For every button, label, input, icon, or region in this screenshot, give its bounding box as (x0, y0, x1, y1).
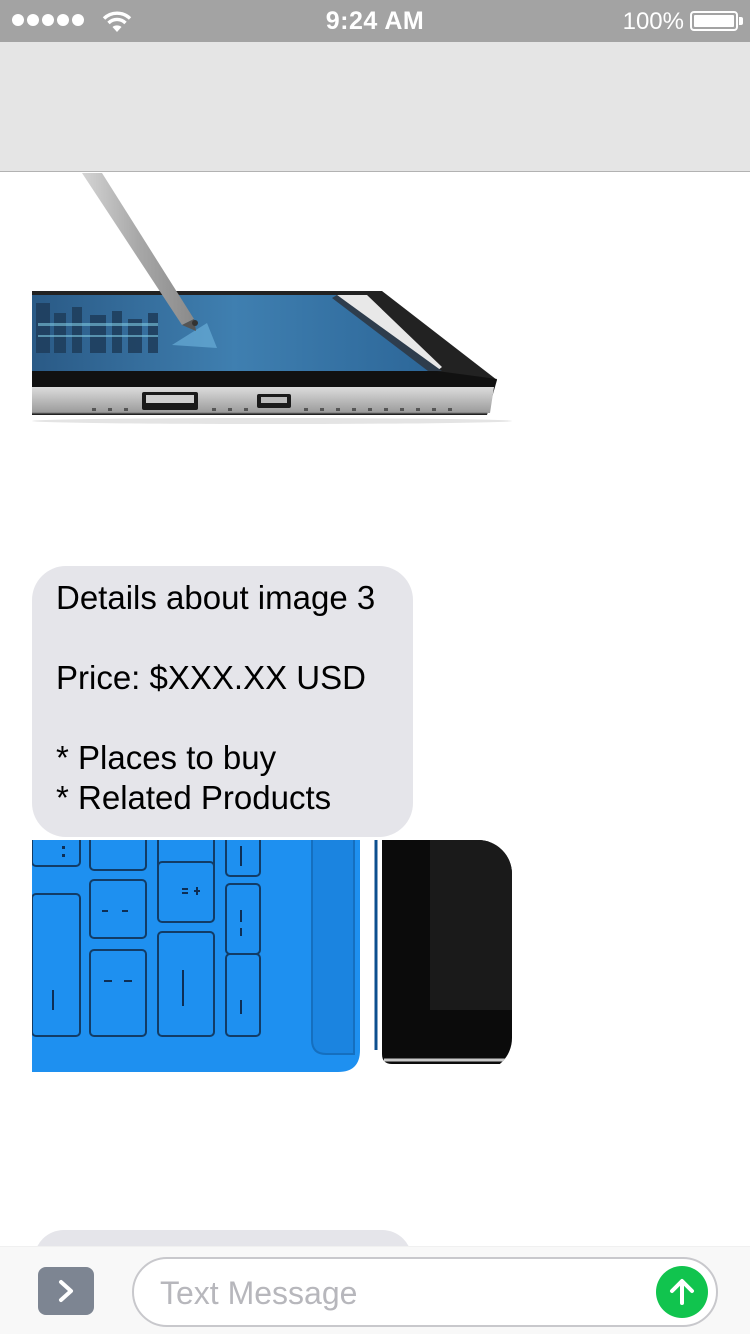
chevron-right-icon (59, 1280, 73, 1302)
message-thread[interactable]: Details about image 3 Price: $XXX.XX USD… (0, 173, 750, 1246)
arrow-up-icon (670, 1279, 694, 1305)
blue-keyboard-cover-image[interactable] (32, 840, 512, 1072)
send-button[interactable] (656, 1266, 708, 1318)
message-related-products: * Related Products (56, 779, 332, 816)
message-bubble-partial[interactable] (34, 1230, 412, 1246)
message-title: Details about image 3 (56, 579, 376, 616)
message-input-field[interactable] (132, 1257, 718, 1327)
battery-nub (739, 17, 743, 25)
message-bubble[interactable]: Details about image 3 Price: $XXX.XX USD… (32, 566, 413, 837)
tablet-with-stylus-image[interactable] (32, 173, 512, 425)
expand-apps-button[interactable] (38, 1267, 94, 1315)
text-message-input[interactable] (160, 1271, 640, 1315)
status-bar: 9:24 AM 100% (0, 0, 750, 42)
battery-icon (690, 11, 738, 31)
message-price: Price: $XXX.XX USD (56, 659, 366, 696)
message-places-to-buy: * Places to buy (56, 739, 277, 776)
nav-bar (0, 42, 750, 172)
battery-percent: 100% (622, 8, 684, 35)
compose-bar (0, 1246, 750, 1334)
